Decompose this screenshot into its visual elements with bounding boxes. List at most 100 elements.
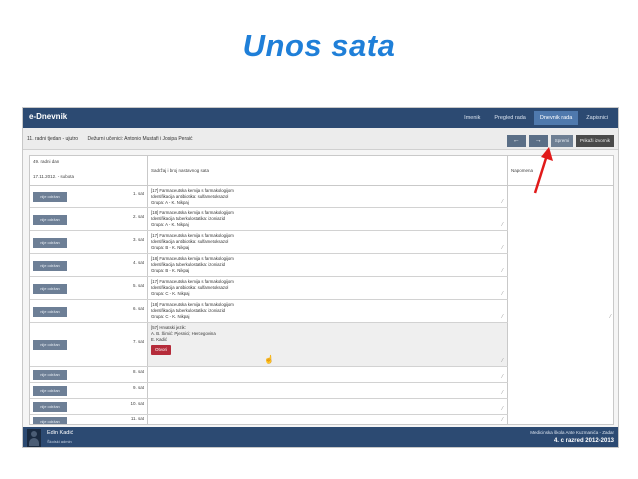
user-role: Školski admin: [47, 439, 72, 444]
user-name: Edin Kadić: [47, 430, 74, 436]
lesson-table: 49. radni dan 17.11.2012. - subota Sadrž…: [29, 155, 614, 425]
top-nav: Imenik Pregled rada Dnevnik rada Zapisni…: [458, 111, 614, 125]
lesson-content-cell[interactable]: ⁄: [148, 415, 508, 424]
hour-cell: nije održan 1. sat: [30, 186, 148, 207]
lesson-status-button[interactable]: nije održan: [33, 417, 67, 424]
hour-cell: nije održan 2. sat: [30, 208, 148, 230]
top-bar: e-Dnevnik Imenik Pregled rada Dnevnik ra…: [23, 108, 618, 128]
lesson-status-button[interactable]: nije održan: [33, 215, 67, 225]
hour-cell: nije održan 6. sat: [30, 300, 148, 322]
pointer-cursor-icon: ☝: [264, 355, 274, 364]
lesson-content-cell[interactable]: ⁄: [148, 399, 508, 414]
table-row: nije održan 11. sat ⁄: [30, 415, 508, 424]
hour-label: 11. sat: [130, 416, 144, 421]
lesson-line: Grupa: B - K. Nikpaj: [151, 245, 190, 250]
class-name: 4. c razred 2012-2013: [553, 438, 614, 444]
hour-label: 4. sat: [132, 260, 144, 265]
hour-cell: nije održan 5. sat: [30, 277, 148, 299]
lesson-content-cell[interactable]: [17] Farmaceutska kemija s farmakologijo…: [148, 277, 508, 299]
edit-icon: ⁄: [502, 314, 503, 320]
lesson-content-cell[interactable]: [18] Farmaceutska kemija s farmakologijo…: [148, 208, 508, 230]
edit-icon: ⁄: [610, 314, 611, 320]
table-row: nije održan 2. sat [18] Farmaceutska kemij…: [30, 208, 508, 231]
nav-dnevnik-rada[interactable]: Dnevnik rada: [533, 111, 579, 125]
hour-label: 3. sat: [132, 237, 144, 242]
edit-icon: ⁄: [502, 417, 503, 423]
slide-title: Unos sata: [242, 28, 396, 63]
edit-icon: ⁄: [502, 406, 503, 412]
lesson-line: Grupa: C - K. Nikpaj: [151, 314, 190, 319]
nav-pregled-rada[interactable]: Pregled rada: [488, 111, 532, 125]
lesson-line: Grupa: B - K. Nikpaj: [151, 268, 190, 273]
print-original-button[interactable]: Prikaži izvornik: [575, 135, 614, 147]
arrow-left-icon: ←: [512, 137, 520, 144]
lesson-content-cell[interactable]: [17] Farmaceutska kemija s farmakologijo…: [148, 186, 508, 207]
table-row: nije održan 9. sat ⁄: [30, 383, 508, 399]
avatar: [27, 429, 41, 447]
lesson-line: Grupa: A - K. Nikpaj: [151, 222, 189, 227]
prev-day-button[interactable]: ←: [506, 135, 526, 147]
lesson-status-button[interactable]: nije održan: [33, 340, 67, 350]
hour-label: 2. sat: [132, 214, 144, 219]
week-info: 11. radni tjedan - ujutro Dežurni učenic…: [27, 136, 201, 142]
lesson-content-cell[interactable]: [57] Hrvatski jezik: A. B. Šimić: Pjesnic…: [148, 323, 508, 366]
lesson-status-button[interactable]: nije održan: [33, 261, 67, 271]
arrow-right-icon: →: [534, 137, 542, 144]
hour-label: 9. sat: [132, 385, 144, 390]
hour-cell: nije održan 7. sat: [30, 323, 148, 366]
edit-icon: ⁄: [502, 245, 503, 251]
lesson-status-button[interactable]: nije održan: [33, 386, 67, 396]
lesson-content-cell[interactable]: [17] Farmaceutska kemija s farmakologijo…: [148, 231, 508, 253]
lesson-content-cell[interactable]: ⁄: [148, 367, 508, 382]
hour-cell: nije održan 3. sat: [30, 231, 148, 253]
table-row: nije održan 8. sat ⁄: [30, 367, 508, 383]
table-row: nije održan 7. sat [57] Hrvatski jezik: A. …: [30, 323, 508, 367]
week-label: 11. radni tjedan - ujutro: [27, 136, 79, 142]
day-date: 17.11.2012. - subota: [33, 174, 74, 179]
lesson-status-button[interactable]: nije održan: [33, 402, 67, 412]
table-row: nije održan 6. sat [18] Farmaceutska kemij…: [30, 300, 508, 323]
hour-label: 8. sat: [132, 369, 144, 374]
app-brand: e-Dnevnik: [29, 112, 68, 121]
day-info-cell: 49. radni dan 17.11.2012. - subota: [30, 156, 148, 186]
lesson-status-button[interactable]: nije održan: [33, 370, 67, 380]
hour-label: 5. sat: [132, 283, 144, 288]
hour-cell: nije održan 9. sat: [30, 383, 148, 398]
duty-students: Dežurni učenici: Antonio Mustafi i Josip…: [87, 136, 193, 142]
table-row: nije održan 10. sat ⁄: [30, 399, 508, 415]
day-number: 49. radni dan: [33, 159, 60, 164]
lesson-content-cell[interactable]: [18] Farmaceutska kemija s farmakologijo…: [148, 300, 508, 322]
nav-zapisnici[interactable]: Zapisnici: [580, 111, 614, 125]
lesson-status-button[interactable]: nije održan: [33, 192, 67, 202]
hour-label: 7. sat: [132, 339, 144, 344]
lesson-line: Grupa: C - K. Nikpaj: [151, 291, 190, 296]
table-row: nije održan 4. sat [18] Farmaceutska kemij…: [30, 254, 508, 277]
notes-cell[interactable]: ⁄: [508, 186, 613, 424]
notes-column-header: Napomena: [511, 168, 534, 173]
hour-cell: nije održan 8. sat: [30, 367, 148, 382]
nav-imenik[interactable]: Imenik: [458, 111, 486, 125]
school-name: Medicinska škola Ante Kuzmanića - Zadar: [530, 430, 614, 435]
hour-cell: nije održan 11. sat: [30, 415, 148, 424]
footer-bar: Edin Kadić Školski admin Medicinska škol…: [23, 427, 618, 447]
lesson-content-cell[interactable]: [18] Farmaceutska kemija s farmakologijo…: [148, 254, 508, 276]
lesson-line: Grupa: A - K. Nikpaj: [151, 200, 189, 205]
table-header: 49. radni dan 17.11.2012. - subota Sadrž…: [30, 156, 613, 186]
hour-cell: nije održan 10. sat: [30, 399, 148, 414]
open-button[interactable]: Otvori: [151, 345, 172, 355]
content-column-header: Sadržaj i broj nastavnog sata: [148, 156, 508, 186]
edit-icon: ⁄: [502, 390, 503, 396]
edit-icon: ⁄: [502, 268, 503, 274]
lesson-status-button[interactable]: nije održan: [33, 238, 67, 248]
lesson-status-button[interactable]: nije održan: [33, 284, 67, 294]
hour-cell: nije održan 4. sat: [30, 254, 148, 276]
table-row: nije održan 1. sat [17] Farmaceutska kemij…: [30, 186, 508, 208]
lesson-status-button[interactable]: nije održan: [33, 307, 67, 317]
hour-label: 6. sat: [132, 306, 144, 311]
hour-label: 1. sat: [132, 191, 144, 196]
edit-icon: ⁄: [502, 291, 503, 297]
edit-icon: ⁄: [502, 358, 503, 364]
lesson-content-cell[interactable]: ⁄: [148, 383, 508, 398]
edit-icon: ⁄: [502, 374, 503, 380]
edit-icon: ⁄: [502, 222, 503, 228]
